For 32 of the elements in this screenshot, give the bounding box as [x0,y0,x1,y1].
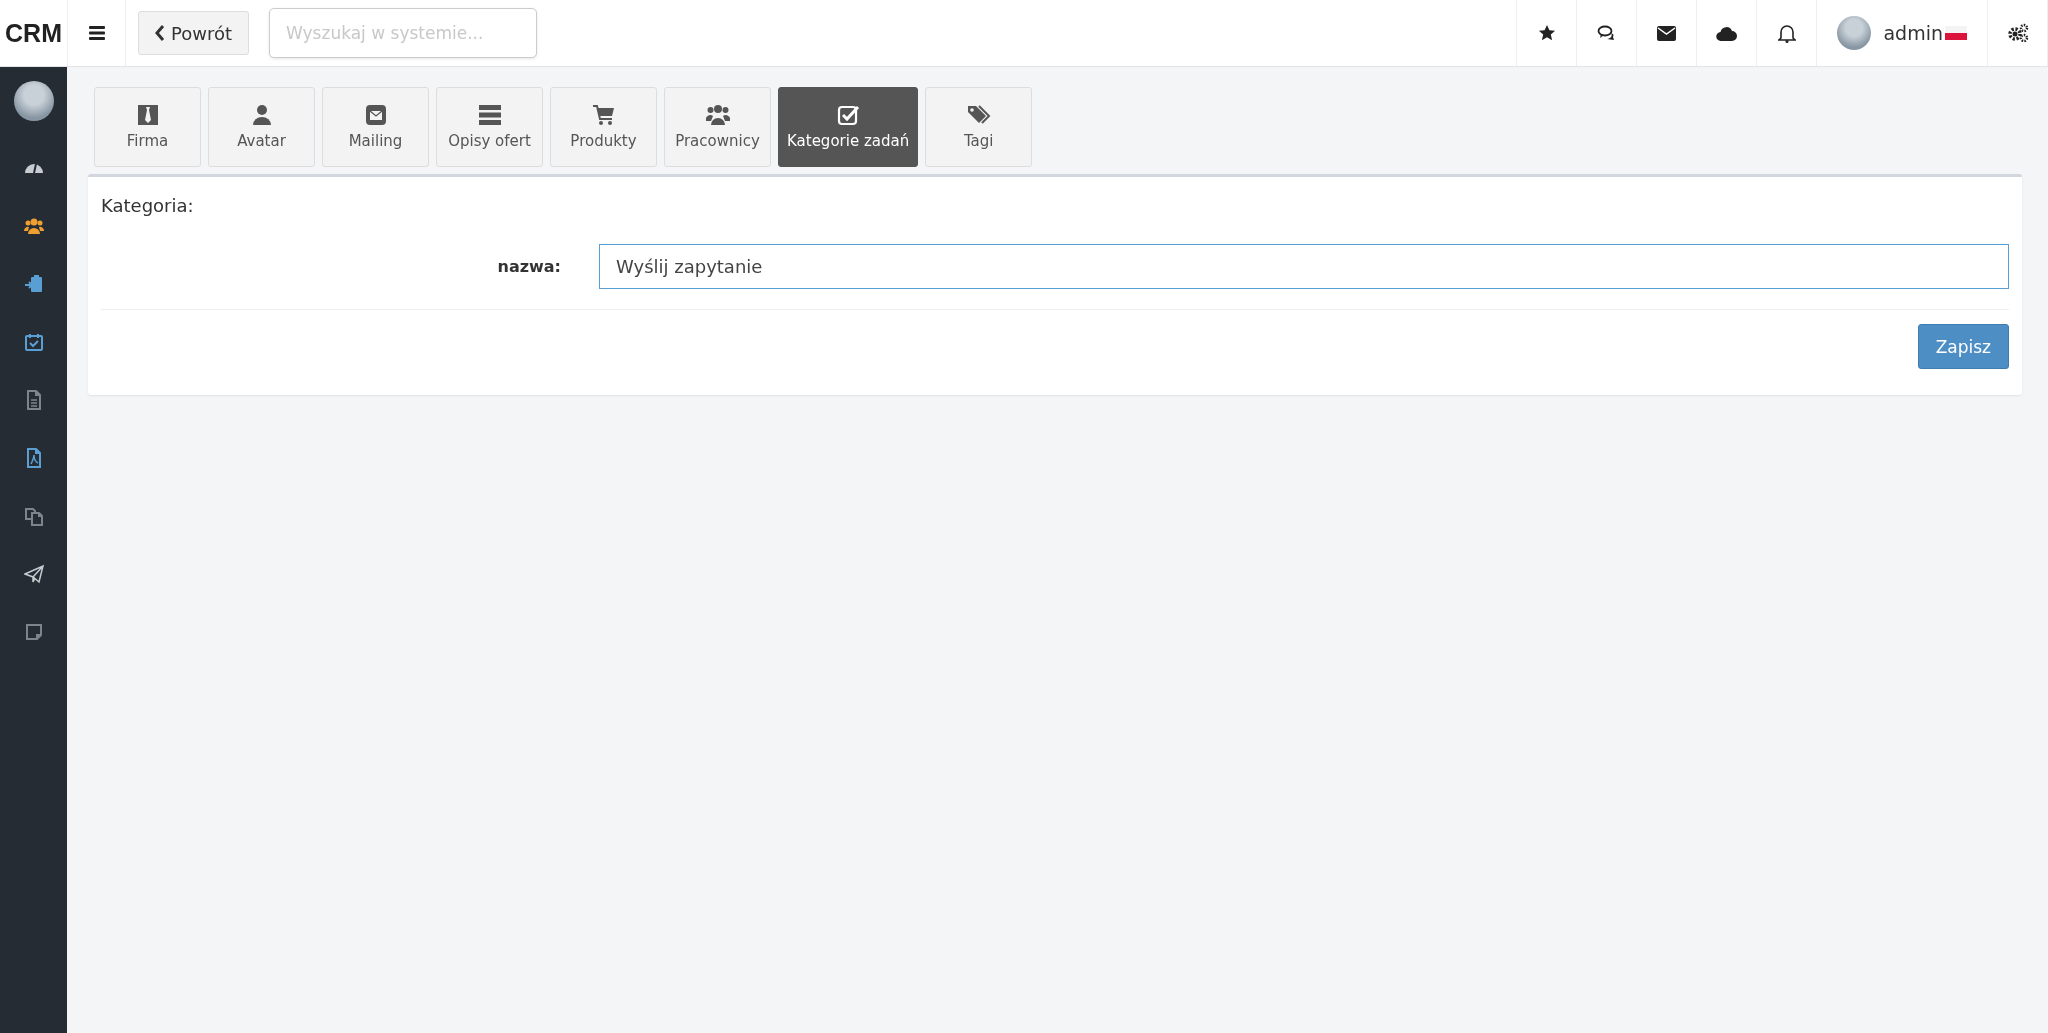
chevron-left-icon [155,25,165,41]
back-button[interactable]: Powrót [138,11,250,55]
star-icon [1537,24,1556,42]
settings-icon [2006,23,2029,43]
cart-icon [591,104,616,126]
tab[interactable]: Tagi [925,87,1033,167]
poland-flag-icon [1945,26,1967,40]
tab[interactable]: Opisy ofert [436,87,543,167]
tab[interactable]: Pracownicy [664,87,771,167]
panel-title: Kategoria: [101,194,195,216]
tab[interactable]: Firma [94,87,201,167]
name-input[interactable]: Wyślij zapytanie [599,244,2009,289]
tab[interactable]: Produkty [550,87,657,167]
tie-icon [135,104,160,126]
bell-icon [1777,23,1796,43]
user-avatar [1837,16,1872,50]
tab[interactable]: Avatar [208,87,315,167]
check-icon [836,104,861,126]
chat-icon [1596,24,1617,42]
mail-icon [363,104,388,126]
tags-icon [966,104,991,126]
tab[interactable]: Kategorie zadań [778,87,919,167]
server-icon [477,104,502,126]
field-label: nazwa: [496,257,562,276]
users-icon [705,104,730,126]
envelope-icon [1657,25,1677,41]
profile-avatar[interactable] [13,81,54,121]
user-name: admin [1883,22,1943,44]
menu-icon [88,26,105,40]
cloud-icon [1716,25,1738,41]
save-button[interactable]: Zapisz [1917,324,2009,369]
tab[interactable]: Mailing [322,87,429,167]
